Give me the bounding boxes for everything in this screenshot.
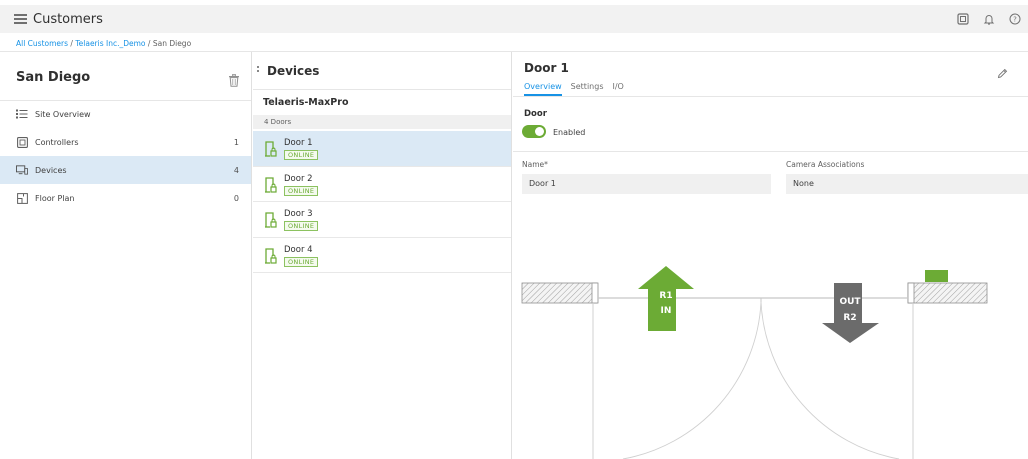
nav-item-floor-plan[interactable]: Floor Plan 0 <box>0 184 251 212</box>
name-field[interactable]: Door 1 <box>522 174 771 194</box>
reader-in-line2: IN <box>661 306 672 316</box>
svg-text:?: ? <box>1013 16 1017 24</box>
door-icon <box>265 212 277 228</box>
controller-icon[interactable] <box>956 12 970 26</box>
site-panel: San Diego Site Overview Controllers 1 De… <box>0 52 252 459</box>
tab-io[interactable]: I/O <box>612 82 623 96</box>
tab-overview[interactable]: Overview <box>524 82 562 96</box>
devices-panel: Devices Telaeris-MaxPro 4 Doors Door 1 O… <box>253 52 512 459</box>
status-badge: ONLINE <box>284 221 319 231</box>
list-item-door-4[interactable]: Door 4 ONLINE <box>253 238 511 273</box>
devices-title: Devices <box>267 64 320 78</box>
nav-item-controllers[interactable]: Controllers 1 <box>0 128 251 156</box>
hamburger-menu-icon[interactable] <box>14 14 27 24</box>
camera-associations-label: Camera Associations <box>786 160 865 169</box>
door-diagram: R1 IN OUT R2 <box>513 202 1028 459</box>
bell-icon[interactable] <box>982 12 996 26</box>
camera-associations-field[interactable]: None <box>786 174 1028 194</box>
status-badge: ONLINE <box>284 150 319 160</box>
device-group-name: Telaeris-MaxPro <box>263 97 349 108</box>
top-bar: Customers ? <box>0 5 1028 33</box>
app-title: Customers <box>33 11 103 27</box>
breadcrumb-current: San Diego <box>152 39 192 48</box>
door-list: Door 1 ONLINE Door 2 ONLINE Door 3 ONLIN… <box>253 131 511 273</box>
list-item-door-2[interactable]: Door 2 ONLINE <box>253 167 511 202</box>
detail-tabs: Overview Settings I/O <box>524 82 624 96</box>
status-badge: ONLINE <box>284 256 319 267</box>
list-icon <box>16 108 28 120</box>
door-title: Door 1 <box>524 61 569 75</box>
toggle-label: Enabled <box>553 128 586 137</box>
reader-device-icon[interactable] <box>925 270 948 282</box>
top-icons: ? <box>956 12 1022 26</box>
reader-out-line1: OUT <box>839 297 861 307</box>
wall-left <box>521 282 599 304</box>
tab-settings[interactable]: Settings <box>571 82 604 96</box>
nav-item-site-overview[interactable]: Site Overview <box>0 100 251 128</box>
trash-icon[interactable] <box>228 72 240 87</box>
edit-icon[interactable] <box>997 64 1008 79</box>
reader-out-arrow[interactable]: OUT R2 <box>822 283 879 343</box>
nav-label: Floor Plan <box>35 193 75 203</box>
breadcrumb: All Customers / Telaeris Inc._Demo / San… <box>16 39 191 48</box>
door-swing-arc-left <box>622 301 762 459</box>
reader-out-line2: R2 <box>843 313 856 323</box>
breadcrumb-customer[interactable]: Telaeris Inc._Demo <box>75 39 145 48</box>
door-name: Door 2 <box>284 173 313 184</box>
nav-count: 0 <box>233 193 239 203</box>
door-name: Door 4 <box>284 244 313 255</box>
divider <box>513 96 1028 97</box>
section-label-door: Door <box>524 109 547 119</box>
reader-in-line1: R1 <box>659 291 672 301</box>
nav-label: Devices <box>35 165 67 175</box>
site-title: San Diego <box>16 70 91 85</box>
breadcrumb-all-customers[interactable]: All Customers <box>16 39 68 48</box>
divider <box>253 89 511 90</box>
door-detail-panel: Door 1 Overview Settings I/O Door Enable… <box>513 52 1028 459</box>
nav-label: Controllers <box>35 137 79 147</box>
site-nav: Site Overview Controllers 1 Devices 4 Fl… <box>0 100 251 212</box>
nav-count: 1 <box>233 137 239 147</box>
app-root: Customers ? All Customers / Telaeris Inc… <box>0 0 1028 459</box>
controller-icon <box>16 136 28 148</box>
door-icon <box>265 176 277 193</box>
nav-count: 4 <box>233 165 239 175</box>
nav-item-devices[interactable]: Devices 4 <box>0 156 251 184</box>
nav-label: Site Overview <box>35 109 91 119</box>
drag-handle-icon[interactable] <box>257 66 260 76</box>
enabled-toggle[interactable] <box>522 125 546 138</box>
wall-right <box>907 282 988 304</box>
divider <box>513 151 1028 152</box>
device-group-count: 4 Doors <box>253 115 511 129</box>
devices-icon <box>16 164 28 176</box>
list-item-door-3[interactable]: Door 3 ONLINE <box>253 202 511 238</box>
list-item-door-1[interactable]: Door 1 ONLINE <box>253 131 511 167</box>
floor-plan-icon <box>16 192 28 204</box>
door-name: Door 3 <box>284 209 313 219</box>
door-name: Door 1 <box>284 138 313 148</box>
name-label: Name* <box>522 160 548 169</box>
help-icon[interactable]: ? <box>1008 12 1022 26</box>
door-icon <box>265 247 277 264</box>
status-badge: ONLINE <box>284 185 319 196</box>
door-icon <box>265 141 277 157</box>
toggle-knob <box>535 127 544 136</box>
